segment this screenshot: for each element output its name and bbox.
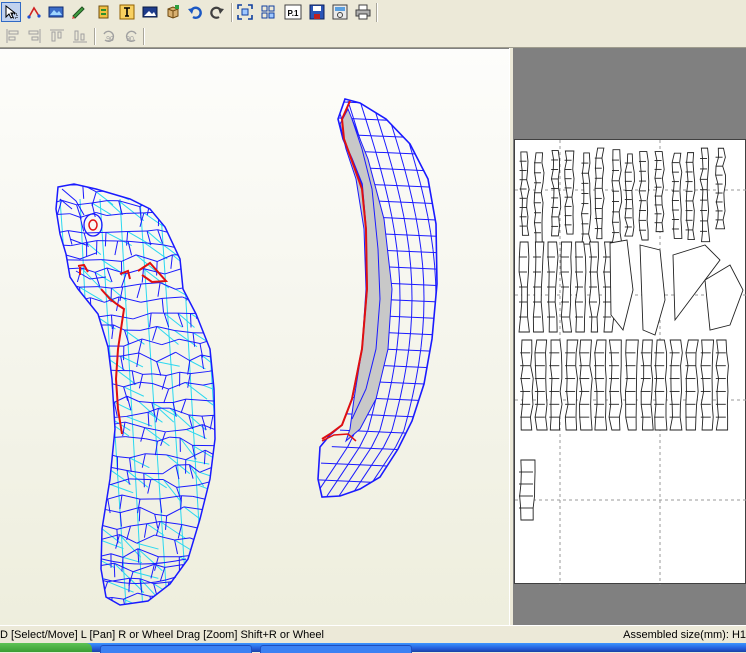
align-left-icon (5, 28, 21, 44)
text-tool-icon (119, 4, 135, 20)
text-tool-button[interactable] (117, 2, 137, 22)
taskbar (0, 643, 746, 652)
zoom-parts-button[interactable] (258, 2, 278, 22)
select-tool-icon (3, 4, 19, 20)
print-page (514, 139, 746, 584)
box-tool-button[interactable] (163, 2, 183, 22)
assembled-size: Assembled size(mm): H1 (623, 626, 746, 644)
rotate-right-icon: 90 (122, 28, 140, 44)
redo-icon (209, 4, 225, 20)
align-right-icon (26, 28, 42, 44)
paint-tool-button[interactable] (68, 2, 88, 22)
page-button[interactable]: P.1 (283, 2, 303, 22)
select-tool-button[interactable] (1, 2, 21, 22)
save-button[interactable] (307, 2, 327, 22)
3d-model-view[interactable] (0, 48, 509, 626)
3d-model-canvas[interactable] (0, 49, 509, 626)
align-left-button[interactable] (3, 26, 23, 46)
settings-button[interactable] (330, 2, 350, 22)
zoom-fit-icon (237, 4, 253, 20)
align-right-button[interactable] (24, 26, 44, 46)
paint-tool-icon (70, 4, 86, 20)
pattern-canvas[interactable] (515, 140, 746, 585)
left-model-mesh[interactable] (50, 184, 239, 613)
align-toolbar: 90 90 (0, 25, 746, 48)
align-top-icon (49, 28, 65, 44)
settings-icon (332, 4, 348, 20)
2d-pattern-view[interactable] (514, 48, 746, 626)
save-icon (309, 4, 325, 20)
parts-tool-button[interactable] (94, 2, 114, 22)
align-bottom-icon (72, 28, 88, 44)
join-tool-icon (26, 4, 42, 20)
texture-tool-button[interactable] (46, 2, 66, 22)
rotate-left-label: 90 (106, 36, 114, 43)
redo-button[interactable] (207, 2, 227, 22)
rotate-left-icon: 90 (100, 28, 118, 44)
zoom-parts-icon (260, 4, 276, 20)
image-tool-icon (142, 4, 158, 20)
texture-tool-icon (48, 4, 64, 20)
join-tool-button[interactable] (24, 2, 44, 22)
page-label: P.1 (288, 9, 300, 18)
rotate-left-button[interactable]: 90 (99, 26, 119, 46)
page-icon: P.1 (284, 4, 302, 20)
start-button[interactable] (0, 643, 92, 652)
undo-icon (187, 4, 203, 20)
parts-tool-icon (96, 4, 112, 20)
undo-button[interactable] (185, 2, 205, 22)
print-icon (355, 4, 371, 20)
print-button[interactable] (353, 2, 373, 22)
zoom-fit-button[interactable] (235, 2, 255, 22)
rotate-right-label: 90 (126, 36, 134, 43)
box-tool-icon (165, 4, 181, 20)
align-bottom-button[interactable] (70, 26, 90, 46)
status-hint: D [Select/Move] L [Pan] R or Wheel Drag … (0, 626, 324, 644)
status-bar: D [Select/Move] L [Pan] R or Wheel Drag … (0, 625, 746, 644)
rotate-right-button[interactable]: 90 (121, 26, 141, 46)
right-model-mesh[interactable] (299, 99, 450, 500)
image-tool-button[interactable] (140, 2, 160, 22)
align-top-button[interactable] (47, 26, 67, 46)
main-toolbar: P.1 (0, 0, 746, 26)
